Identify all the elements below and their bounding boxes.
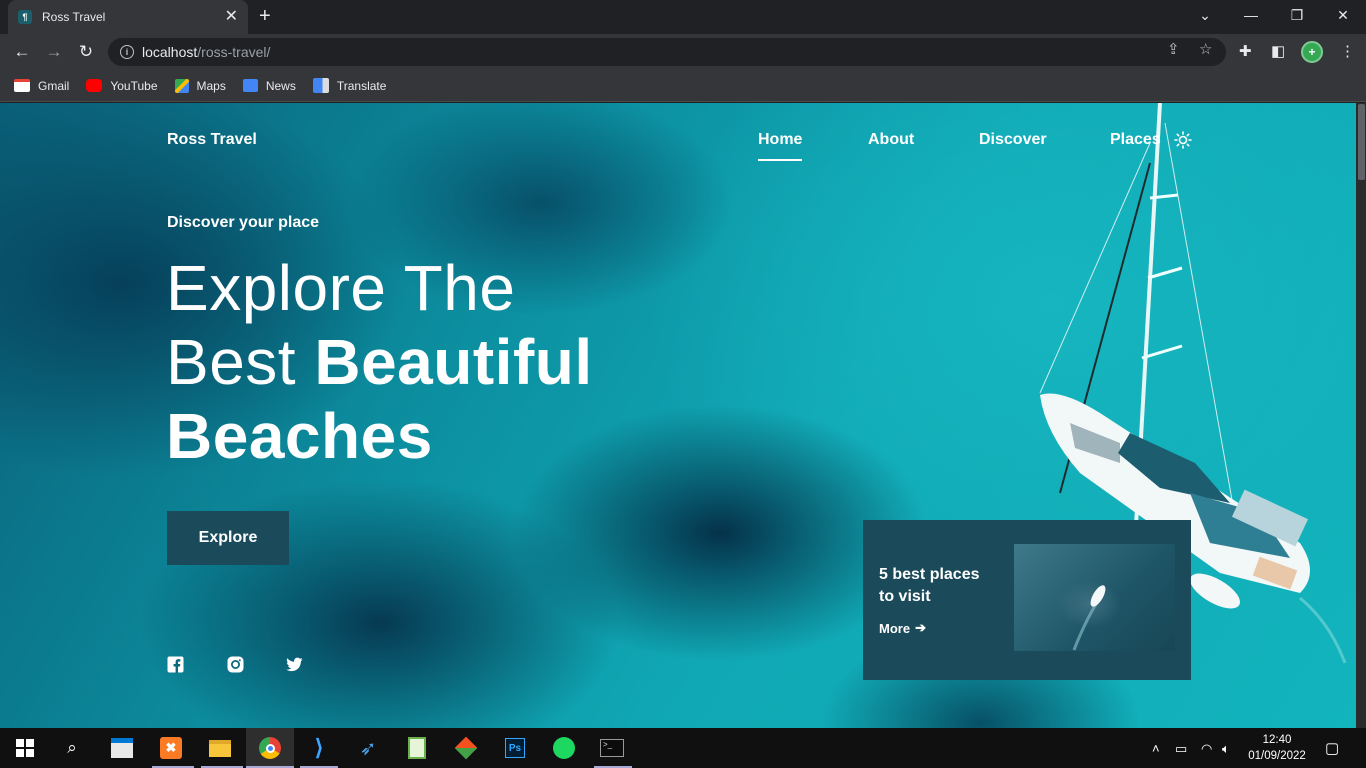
card-more-link[interactable]: More ➔ bbox=[879, 620, 926, 636]
card-boat-image bbox=[1014, 544, 1175, 651]
photoshop-icon[interactable]: Ps bbox=[503, 736, 527, 760]
search-icon[interactable]: ⌕ bbox=[60, 736, 84, 760]
vscode-icon[interactable]: ⟩ bbox=[307, 735, 331, 760]
url-host: localhost bbox=[142, 44, 198, 60]
card-title: 5 best places to visit bbox=[879, 566, 980, 605]
bookmark-news[interactable]: News bbox=[242, 78, 296, 93]
card-more-label: More bbox=[879, 620, 911, 636]
extensions-icon[interactable]: ✚ bbox=[1239, 42, 1252, 60]
profile-avatar-icon[interactable]: + bbox=[1301, 41, 1323, 63]
taskbar-clock[interactable]: 12:40 01/09/2022 bbox=[1240, 732, 1314, 764]
dolphin-icon[interactable]: ➶ bbox=[356, 736, 380, 760]
bookmark-label: YouTube bbox=[110, 78, 158, 93]
featured-card[interactable]: 5 best places to visit More ➔ bbox=[863, 520, 1191, 680]
scrollbar-thumb[interactable] bbox=[1358, 104, 1365, 180]
hero-line-1: Explore The bbox=[166, 252, 516, 324]
reload-icon[interactable]: ↻ bbox=[75, 41, 97, 63]
minimize-icon[interactable]: — bbox=[1228, 0, 1274, 30]
nav-places[interactable]: Places bbox=[1110, 131, 1161, 149]
nav-about[interactable]: About bbox=[868, 131, 914, 149]
start-icon[interactable] bbox=[13, 736, 37, 760]
maps-icon bbox=[174, 78, 189, 93]
site-info-icon[interactable]: i bbox=[120, 45, 134, 59]
new-tab-icon[interactable]: + bbox=[259, 6, 271, 26]
news-icon bbox=[242, 79, 258, 92]
hero-section: Ross Travel Home About Discover Places D… bbox=[0, 103, 1356, 728]
sun-icon[interactable] bbox=[1174, 131, 1192, 149]
store-icon[interactable] bbox=[110, 736, 134, 760]
tab-title: Ross Travel bbox=[42, 10, 106, 24]
address-bar[interactable]: i localhost/ross-travel/ bbox=[108, 38, 1226, 66]
url-path: /ross-travel/ bbox=[197, 44, 271, 60]
facebook-icon[interactable] bbox=[167, 656, 184, 673]
clock-date: 01/09/2022 bbox=[1248, 750, 1306, 762]
tab-search-icon[interactable]: ⌄ bbox=[1182, 0, 1228, 30]
hero-eyebrow: Discover your place bbox=[167, 214, 320, 231]
git-icon[interactable] bbox=[454, 736, 478, 760]
wifi-icon[interactable]: ◠ bbox=[1201, 741, 1212, 757]
twitter-icon[interactable] bbox=[286, 656, 303, 673]
close-tab-icon[interactable]: ✕ bbox=[225, 9, 238, 25]
instagram-icon[interactable] bbox=[227, 656, 244, 673]
bookmark-star-icon[interactable]: ☆ bbox=[1199, 40, 1212, 58]
bookmark-label: Translate bbox=[336, 78, 387, 93]
notification-icon[interactable]: ▢ bbox=[1325, 739, 1339, 757]
bookmarks-bar: Gmail YouTube Maps News Translate bbox=[0, 70, 1366, 102]
tab-strip: ¶ Ross Travel ✕ + ⌄ — ❐ ✕ bbox=[0, 0, 1366, 34]
boat-photo-graphic bbox=[1072, 585, 1106, 651]
share-icon[interactable]: ⇪ bbox=[1167, 40, 1180, 58]
clock-time: 12:40 bbox=[1262, 734, 1292, 746]
nav-home[interactable]: Home bbox=[758, 131, 803, 161]
forward-icon[interactable]: → bbox=[43, 41, 65, 63]
page-scrollbar[interactable] bbox=[1356, 103, 1366, 728]
arrow-right-icon: ➔ bbox=[915, 620, 926, 635]
terminal-icon[interactable]: >_ bbox=[600, 736, 624, 760]
notepad-icon[interactable] bbox=[405, 736, 429, 760]
hero-title: Explore The Best Beautiful Beaches bbox=[166, 251, 593, 473]
browser-tab[interactable]: ¶ Ross Travel ✕ bbox=[8, 0, 248, 34]
translate-icon bbox=[312, 78, 329, 93]
spotify-icon[interactable] bbox=[552, 736, 576, 760]
bookmark-youtube[interactable]: YouTube bbox=[86, 78, 158, 93]
browser-toolbar: ← → ↻ i localhost/ross-travel/ ⇪ ☆ ✚ ◧ ⋮ bbox=[0, 34, 1366, 70]
battery-icon[interactable]: ▭ bbox=[1175, 741, 1187, 757]
bookmark-maps[interactable]: Maps bbox=[174, 78, 226, 93]
bookmark-translate[interactable]: Translate bbox=[312, 78, 387, 93]
bookmark-gmail[interactable]: Gmail bbox=[14, 79, 69, 93]
close-window-icon[interactable]: ✕ bbox=[1320, 0, 1366, 30]
side-panel-icon[interactable]: ◧ bbox=[1271, 42, 1285, 60]
site-brand[interactable]: Ross Travel bbox=[167, 131, 257, 149]
menu-icon[interactable]: ⋮ bbox=[1340, 42, 1355, 60]
volume-icon[interactable]: 🔈︎ bbox=[1222, 741, 1230, 757]
explore-button[interactable]: Explore bbox=[167, 511, 289, 565]
file-explorer-icon[interactable] bbox=[208, 736, 232, 760]
restore-icon[interactable]: ❐ bbox=[1274, 0, 1320, 30]
chrome-icon[interactable] bbox=[258, 736, 282, 760]
gmail-icon bbox=[14, 79, 30, 92]
hero-line-2-bold: Beautiful bbox=[314, 326, 593, 398]
show-hidden-icons-icon[interactable]: ˄ bbox=[1152, 741, 1160, 756]
windows-taskbar: ⌕ ✖ ⟩ ➶ Ps >_ ˄ ▭ ◠ 🔈︎ 12:40 01/09/2022 … bbox=[0, 728, 1366, 768]
site-favicon-icon: ¶ bbox=[18, 10, 32, 24]
bookmark-label: Maps bbox=[196, 78, 226, 93]
xampp-icon[interactable]: ✖ bbox=[159, 736, 183, 760]
youtube-icon bbox=[86, 79, 103, 92]
hero-line-3: Beaches bbox=[166, 400, 433, 472]
hero-line-2-light: Best bbox=[166, 326, 315, 398]
bookmark-label: Gmail bbox=[38, 78, 70, 93]
back-icon[interactable]: ← bbox=[11, 41, 33, 63]
nav-discover[interactable]: Discover bbox=[979, 131, 1047, 149]
bookmark-label: News bbox=[265, 78, 296, 93]
